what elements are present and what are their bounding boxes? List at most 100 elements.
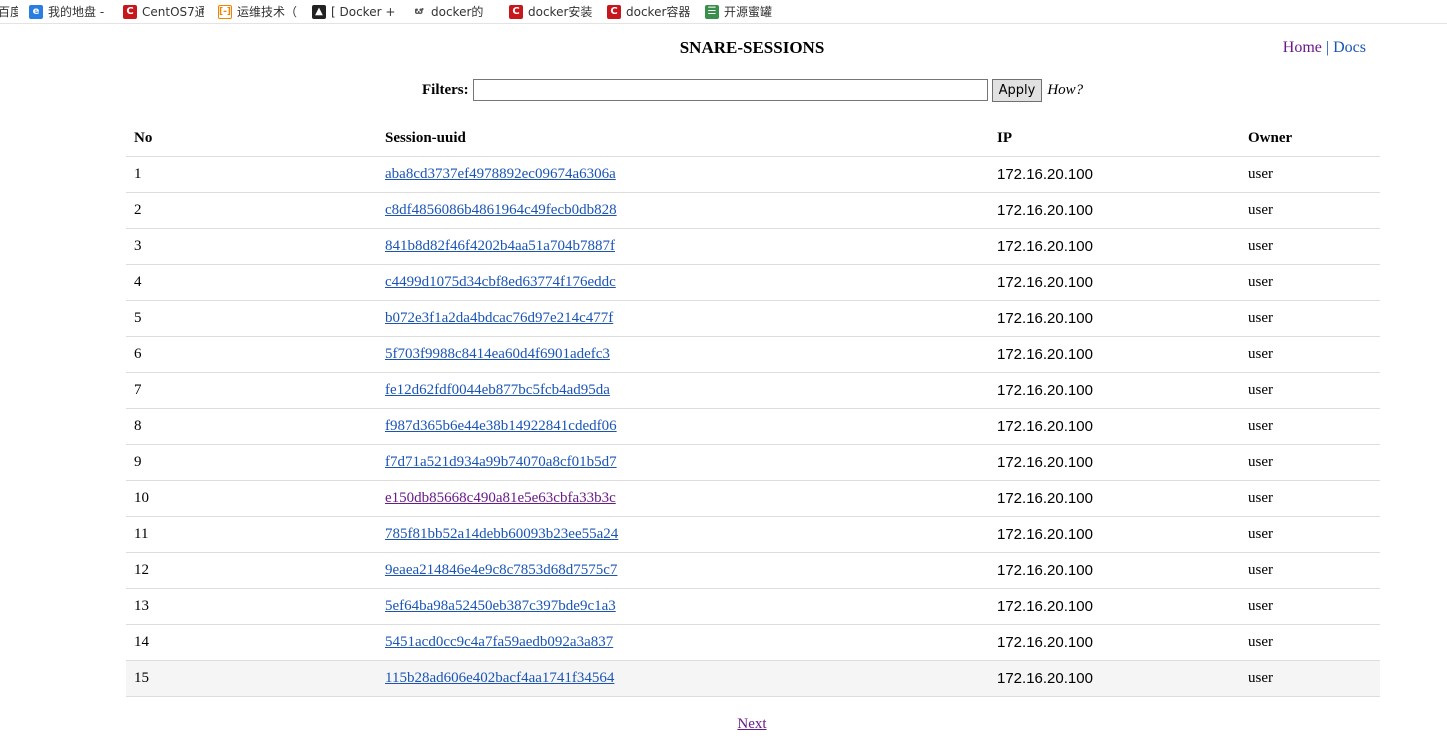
session-uuid-link[interactable]: 785f81bb52a14debb60093b23ee55a24 [385, 526, 618, 542]
bars-icon: ☰ [705, 4, 719, 19]
bookmark-docker-install[interactable]: C docker安装 [509, 3, 592, 20]
bookmark-label: 运维技术（ [237, 5, 298, 19]
row-ip: 172.16.20.100 [989, 624, 1240, 661]
how-hint: How? [1047, 81, 1084, 98]
row-session-uuid-cell: e150db85668c490a81e5e63cbfa33b3c [377, 480, 989, 517]
session-uuid-link[interactable]: e150db85668c490a81e5e63cbfa33b3c [385, 490, 616, 506]
docs-link[interactable]: Docs [1333, 39, 1366, 56]
table-row: 5 b072e3f1a2da4bdcac76d97e214c477f 172.16.… [126, 300, 1380, 337]
cat-icon: ▲ [312, 4, 326, 19]
bookmark-docker-plus[interactable]: ▲ [ Docker + [312, 3, 403, 20]
bookmark-centos7[interactable]: C CentOS7通 [123, 3, 204, 20]
bookmark-ops-tech[interactable]: [-] 运维技术（ [218, 3, 309, 20]
table-row: 4 c4499d1075d34cbf8ed63774f176eddc 172.16.… [126, 264, 1380, 301]
row-number: 12 [126, 552, 377, 589]
row-session-uuid-cell: 115b28ad606e402bacf4aa1741f34564 [377, 660, 989, 697]
row-number: 8 [126, 408, 377, 445]
feather-icon: ຜ [412, 4, 426, 19]
table-row: 14 5451acd0cc9c4a7fa59aedb092a3a837 172.16… [126, 624, 1380, 661]
row-number: 15 [126, 660, 377, 697]
row-session-uuid-cell: b072e3f1a2da4bdcac76d97e214c477f [377, 300, 989, 337]
row-number: 7 [126, 372, 377, 409]
row-session-uuid-cell: 5f703f9988c8414ea60d4f6901adefc3 [377, 336, 989, 373]
row-ip: 172.16.20.100 [989, 192, 1240, 229]
row-session-uuid-cell: 5ef64ba98a52450eb387c397bde9c1a3 [377, 588, 989, 625]
session-uuid-link[interactable]: 5f703f9988c8414ea60d4f6901adefc3 [385, 346, 610, 362]
row-ip: 172.16.20.100 [989, 480, 1240, 517]
session-uuid-link[interactable]: 841b8d82f46f4202b4aa51a704b7887f [385, 238, 615, 254]
table-row: 9 f7d71a521d934a99b74070a8cf01b5d7 172.16.… [126, 444, 1380, 481]
table-row: 7 fe12d62fdf0044eb877bc5fcb4ad95da 172.16.… [126, 372, 1380, 409]
row-ip: 172.16.20.100 [989, 336, 1240, 373]
row-number: 13 [126, 588, 377, 625]
session-uuid-link[interactable]: f987d365b6e44e38b14922841cdedf06 [385, 418, 617, 434]
bookmark-label: 我的地盘 - [48, 5, 105, 19]
row-owner: user [1240, 372, 1380, 409]
page-title: SNARE-SESSIONS [679, 38, 825, 57]
filter-form: Filters: Apply How? [422, 78, 1083, 102]
bookmark-honeypot[interactable]: ☰ 开源蜜罐 [705, 3, 786, 20]
row-owner: user [1240, 264, 1380, 301]
bookmark-label: docker安装 [528, 5, 592, 19]
row-owner: user [1240, 228, 1380, 265]
row-ip: 172.16.20.100 [989, 264, 1240, 301]
bookmark-label: 百度 [0, 3, 18, 20]
session-uuid-link[interactable]: fe12d62fdf0044eb877bc5fcb4ad95da [385, 382, 610, 398]
session-uuid-link[interactable]: 5451acd0cc9c4a7fa59aedb092a3a837 [385, 634, 613, 650]
row-number: 3 [126, 228, 377, 265]
session-uuid-link[interactable]: b072e3f1a2da4bdcac76d97e214c477f [385, 310, 613, 326]
row-session-uuid-cell: aba8cd3737ef4978892ec09674a6306a [377, 156, 989, 193]
top-nav: Home | Docs [1283, 39, 1366, 57]
table-row: 10 e150db85668c490a81e5e63cbfa33b3c 172.16… [126, 480, 1380, 517]
row-session-uuid-cell: f987d365b6e44e38b14922841cdedf06 [377, 408, 989, 445]
bookmark-docker-de[interactable]: ຜ docker的 [412, 3, 495, 20]
bookmark-baidu[interactable]: 百度 [0, 3, 18, 20]
next-page-link[interactable]: Next [737, 716, 766, 732]
session-uuid-link[interactable]: c8df4856086b4861964c49fecb0db828 [385, 202, 617, 218]
row-number: 10 [126, 480, 377, 517]
bookmark-label: docker容器 [626, 5, 690, 19]
row-ip: 172.16.20.100 [989, 300, 1240, 337]
table-row: 1 aba8cd3737ef4978892ec09674a6306a 172.16.… [126, 156, 1380, 193]
session-uuid-link[interactable]: 9eaea214846e4e9c8c7853d68d7575c7 [385, 562, 617, 578]
row-session-uuid-cell: c4499d1075d34cbf8ed63774f176eddc [377, 264, 989, 301]
bookmark-wodedipan[interactable]: e 我的地盘 - [29, 3, 110, 20]
bookmark-docker-container[interactable]: C docker容器 [607, 3, 690, 20]
home-link[interactable]: Home [1283, 39, 1322, 56]
row-session-uuid-cell: 841b8d82f46f4202b4aa51a704b7887f [377, 228, 989, 265]
filter-input[interactable] [472, 79, 988, 101]
table-row: 8 f987d365b6e44e38b14922841cdedf06 172.16.… [126, 408, 1380, 445]
row-owner: user [1240, 660, 1380, 697]
bookmark-label: 开源蜜罐 [724, 5, 773, 19]
session-uuid-link[interactable]: c4499d1075d34cbf8ed63774f176eddc [385, 274, 616, 290]
table-row: 12 9eaea214846e4e9c8c7853d68d7575c7 172.16… [126, 552, 1380, 589]
session-uuid-link[interactable]: aba8cd3737ef4978892ec09674a6306a [385, 166, 616, 182]
table-row: 6 5f703f9988c8414ea60d4f6901adefc3 172.16.… [126, 336, 1380, 373]
row-session-uuid-cell: 5451acd0cc9c4a7fa59aedb092a3a837 [377, 624, 989, 661]
row-ip: 172.16.20.100 [989, 228, 1240, 265]
row-session-uuid-cell: 785f81bb52a14debb60093b23ee55a24 [377, 516, 989, 553]
row-ip: 172.16.20.100 [989, 516, 1240, 553]
apply-button[interactable]: Apply [991, 78, 1043, 102]
csdn-icon: C [509, 4, 523, 19]
session-uuid-link[interactable]: 5ef64ba98a52450eb387c397bde9c1a3 [385, 598, 616, 614]
sessions-table: No Session-uuid IP Owner 1 aba8cd3737ef49… [126, 121, 1380, 697]
row-owner: user [1240, 444, 1380, 481]
row-owner: user [1240, 552, 1380, 589]
column-header-no: No [126, 121, 377, 157]
table-row: 2 c8df4856086b4861964c49fecb0db828 172.16.… [126, 192, 1380, 229]
row-number: 5 [126, 300, 377, 337]
row-number: 11 [126, 516, 377, 553]
bookmark-label: [ Docker + [331, 4, 396, 19]
row-number: 14 [126, 624, 377, 661]
bookmarks-bar: 百度 e 我的地盘 - C CentOS7通 [-] 运维技术（ ▲ [ Doc… [0, 0, 1447, 24]
bookmark-label: CentOS7通 [142, 5, 204, 19]
session-uuid-link[interactable]: 115b28ad606e402bacf4aa1741f34564 [385, 670, 614, 686]
row-ip: 172.16.20.100 [989, 372, 1240, 409]
row-owner: user [1240, 480, 1380, 517]
globe-icon: e [29, 4, 43, 19]
session-uuid-link[interactable]: f7d71a521d934a99b74070a8cf01b5d7 [385, 454, 617, 470]
table-row: 13 5ef64ba98a52450eb387c397bde9c1a3 172.16… [126, 588, 1380, 625]
row-owner: user [1240, 588, 1380, 625]
bookmark-label: docker的 [431, 5, 484, 19]
